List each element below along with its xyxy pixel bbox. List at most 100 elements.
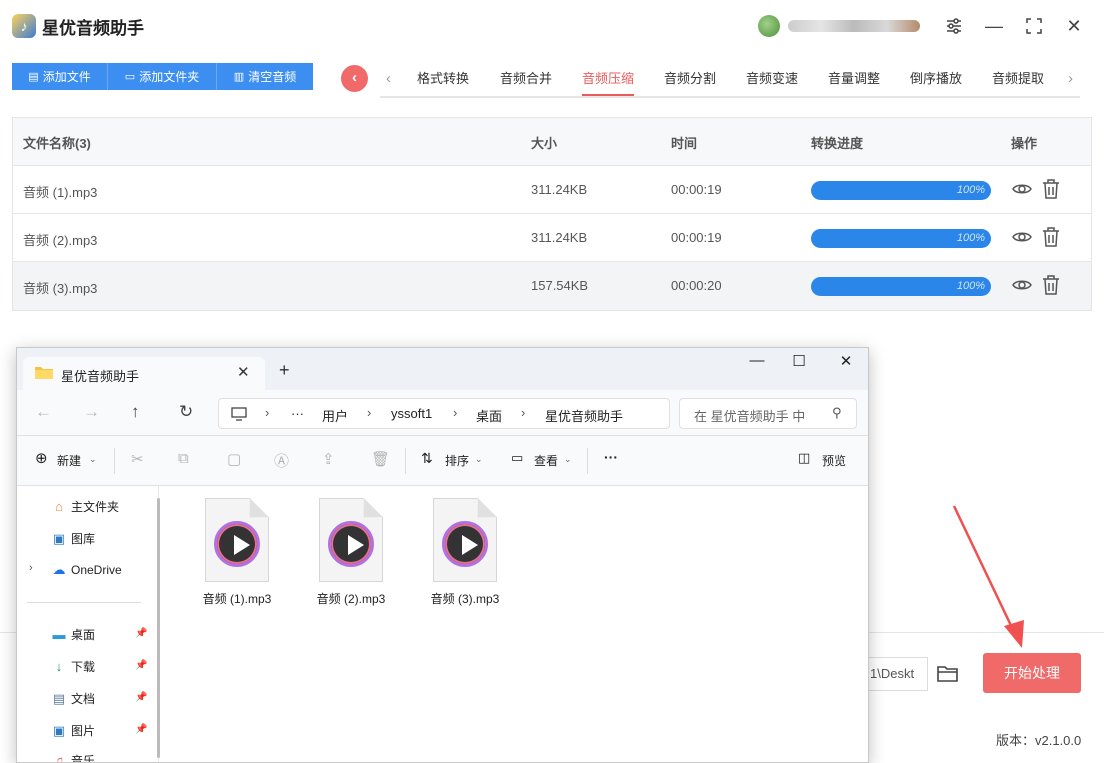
delete-icon[interactable] — [1041, 274, 1061, 296]
pin-icon[interactable]: 📌 — [135, 692, 147, 703]
explorer-maximize-button[interactable]: ☐ — [784, 352, 814, 370]
nav-label: 桌面 — [71, 628, 96, 642]
file-name: 音频 (2).mp3 — [23, 233, 98, 248]
nav-label: 音乐 — [71, 754, 96, 763]
open-folder-icon[interactable] — [936, 663, 960, 685]
table-row[interactable]: 音频 (2).mp3 311.24KB 00:00:19 100% — [13, 214, 1091, 262]
expand-chevron-icon[interactable]: › — [29, 562, 33, 574]
explorer-close-button[interactable]: ✕ — [831, 352, 861, 370]
tab-audio-speed[interactable]: 音频变速 — [746, 68, 798, 87]
refresh-icon[interactable]: ↻ — [179, 402, 193, 422]
output-path-field[interactable]: 1\Deskt — [860, 657, 928, 691]
tab-audio-merge[interactable]: 音频合并 — [500, 68, 552, 87]
audio-file-icon — [205, 498, 269, 582]
delete-icon[interactable] — [1041, 226, 1061, 248]
nav-item-documents[interactable]: ▤ 文档 — [51, 690, 95, 707]
back-arrow-icon[interactable]: ← — [35, 402, 52, 422]
minimize-button[interactable]: — — [981, 13, 1007, 39]
cut-icon[interactable]: ✂ — [131, 450, 144, 468]
tab-volume-adjust[interactable]: 音量调整 — [828, 68, 880, 87]
title-bar: ♪ 星优音频助手 — ✕ — [0, 0, 1104, 52]
breadcrumb-app-folder[interactable]: 星优音频助手 — [545, 406, 623, 425]
folder-icon: ▭ — [124, 71, 136, 83]
maximize-button[interactable] — [1021, 13, 1047, 39]
up-arrow-icon[interactable]: ↑ — [131, 402, 140, 422]
file-item[interactable]: 音频 (1).mp3 — [187, 498, 287, 607]
address-bar[interactable]: › ··· 用户 › yssoft1 › 桌面 › 星优音频助手 — [218, 398, 670, 429]
red-arrow-annotation — [952, 505, 1024, 648]
document-icon: ▤ — [52, 691, 66, 706]
file-time: 00:00:19 — [671, 230, 722, 245]
preview-button[interactable]: 预览 — [822, 452, 846, 469]
chevron-down-icon: ⌄ — [475, 454, 483, 464]
add-file-button[interactable]: ▤ 添加文件 — [12, 63, 108, 90]
tab-audio-compress[interactable]: 音频压缩 — [582, 68, 635, 96]
explorer-minimize-button[interactable]: — — [742, 352, 772, 369]
nav-item-desktop[interactable]: ▬ 桌面 — [51, 626, 96, 643]
nav-item-music[interactable]: ♫ 音乐 — [51, 752, 96, 763]
audio-file-icon — [319, 498, 383, 582]
explorer-tab-title: 星优音频助手 — [61, 369, 140, 384]
sort-button[interactable]: 排序 — [445, 452, 469, 469]
explorer-search-input[interactable]: 在 星优音频助手 中 ⚲ — [679, 398, 857, 429]
desktop-icon: ▬ — [52, 627, 66, 642]
settings-icon[interactable] — [941, 13, 967, 39]
delete-icon[interactable] — [1041, 178, 1061, 200]
file-table: 文件名称(3) 大小 时间 转换进度 操作 音频 (1).mp3 311.24K… — [12, 117, 1092, 311]
search-placeholder: 在 星优音频助手 中 — [694, 409, 806, 424]
avatar — [758, 15, 780, 37]
chevron-down-icon: ⌄ — [89, 454, 97, 464]
breadcrumb-more[interactable]: ··· — [291, 406, 304, 421]
tab-audio-extract[interactable]: 音频提取 — [992, 68, 1044, 87]
share-icon[interactable]: ⇪ — [322, 450, 335, 468]
user-account[interactable] — [758, 15, 920, 37]
table-row[interactable]: 音频 (3).mp3 157.54KB 00:00:20 100% — [13, 262, 1091, 310]
nav-item-pictures[interactable]: ▣ 图片 — [51, 722, 95, 739]
new-icon: ⊕ — [35, 450, 48, 467]
header-size: 大小 — [531, 136, 558, 151]
nav-item-downloads[interactable]: ↓ 下载 — [51, 658, 95, 675]
view-button[interactable]: 查看 — [534, 452, 558, 469]
pin-icon[interactable]: 📌 — [135, 628, 147, 639]
add-folder-button[interactable]: ▭ 添加文件夹 — [108, 63, 217, 90]
tab-audio-split[interactable]: 音频分割 — [664, 68, 716, 87]
audio-file-icon — [433, 498, 497, 582]
table-row[interactable]: 音频 (1).mp3 311.24KB 00:00:19 100% — [13, 166, 1091, 214]
new-button[interactable]: 新建 — [57, 452, 81, 469]
eye-icon[interactable] — [1011, 178, 1033, 200]
breadcrumb-desktop[interactable]: 桌面 — [476, 406, 502, 425]
tab-scroll-left-icon[interactable]: ‹ — [386, 70, 391, 87]
more-options-button[interactable]: ··· — [604, 449, 618, 465]
file-item[interactable]: 音频 (2).mp3 — [301, 498, 401, 607]
eye-icon[interactable] — [1011, 226, 1033, 248]
nav-item-gallery[interactable]: ▣ 图库 — [51, 530, 95, 547]
explorer-tab[interactable]: 星优音频助手 ✕ — [23, 357, 265, 390]
file-name: 音频 (1).mp3 — [23, 185, 98, 200]
new-tab-icon[interactable]: + — [279, 360, 290, 381]
breadcrumb-users[interactable]: 用户 — [322, 406, 348, 425]
eye-icon[interactable] — [1011, 274, 1033, 296]
back-button[interactable]: ‹ — [341, 65, 368, 92]
delete-icon[interactable]: 🗑 — [371, 450, 390, 468]
nav-label: 文档 — [71, 692, 96, 706]
pin-icon[interactable]: 📌 — [135, 660, 147, 671]
tab-format-convert[interactable]: 格式转换 — [417, 68, 469, 87]
nav-item-onedrive[interactable]: ☁ OneDrive — [51, 562, 122, 578]
rename-icon[interactable]: Ⓐ — [274, 450, 289, 471]
tab-scroll-right-icon[interactable]: › — [1068, 70, 1073, 87]
close-tab-icon[interactable]: ✕ — [237, 363, 250, 381]
close-button[interactable]: ✕ — [1061, 13, 1087, 39]
file-item-name: 音频 (2).mp3 — [316, 592, 386, 606]
start-process-button[interactable]: 开始处理 — [983, 653, 1081, 693]
clear-audio-button[interactable]: ▥ 清空音频 — [217, 63, 313, 90]
sort-icon: ⇅ — [421, 450, 433, 466]
copy-icon[interactable]: ⧉ — [178, 450, 189, 467]
file-item[interactable]: 音频 (3).mp3 — [415, 498, 515, 607]
nav-item-home[interactable]: ⌂ 主文件夹 — [51, 498, 119, 515]
paste-icon[interactable]: ▢ — [227, 450, 241, 468]
breadcrumb-yssoft1[interactable]: yssoft1 — [391, 406, 432, 421]
forward-arrow-icon[interactable]: → — [83, 402, 100, 422]
tab-reverse-play[interactable]: 倒序播放 — [910, 68, 962, 87]
pin-icon[interactable]: 📌 — [135, 724, 147, 735]
scrollbar[interactable] — [157, 498, 160, 758]
